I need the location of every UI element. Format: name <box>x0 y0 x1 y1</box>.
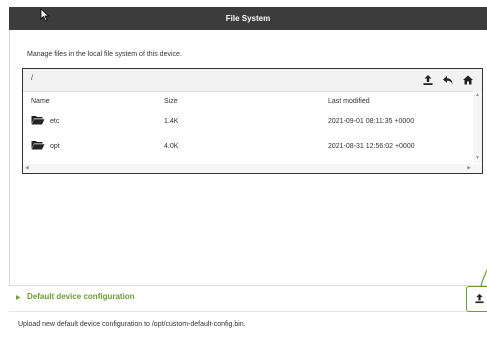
panel-description: Manage files in the local file system of… <box>27 51 182 58</box>
default-config-label: Default device configuration <box>27 292 135 301</box>
scroll-down-icon[interactable]: ▼ <box>475 156 480 161</box>
scroll-up-icon[interactable]: ▲ <box>475 93 480 98</box>
upload-icon[interactable] <box>422 74 434 86</box>
page-title: File System <box>225 14 271 23</box>
table-row[interactable]: opt 4.0K 2021-08-31 12:56:02 +0000 <box>23 135 473 159</box>
table-row[interactable]: etc 1.4K 2021-09-01 08:11:35 +0000 <box>23 110 473 134</box>
file-modified: 2021-09-01 08:11:35 +0000 <box>328 118 415 125</box>
file-size: 1.4K <box>164 118 179 125</box>
file-browser: / Name Size Last modified etc 1.4K 2021-… <box>22 68 483 174</box>
file-name: etc <box>50 118 60 125</box>
column-header-name[interactable]: Name <box>31 98 50 105</box>
file-modified: 2021-08-31 12:56:02 +0000 <box>328 143 415 150</box>
folder-open-icon <box>31 141 45 150</box>
file-size: 4.0K <box>164 143 179 150</box>
default-config-note: Upload new default device configuration … <box>18 321 246 328</box>
column-header-modified[interactable]: Last modified <box>328 98 370 105</box>
file-name: opt <box>50 143 60 150</box>
title-bar: File System <box>9 7 487 30</box>
connector-line <box>480 268 487 286</box>
horizontal-scrollbar[interactable]: ◀ ▶ <box>23 164 482 173</box>
folder-open-icon <box>31 116 45 125</box>
default-config-accordion[interactable]: ▶ Default device configuration <box>9 285 487 312</box>
expand-caret-icon: ▶ <box>16 295 21 301</box>
scroll-right-icon[interactable]: ▶ <box>467 166 471 171</box>
upload-config-button[interactable] <box>466 286 487 312</box>
upload-icon <box>475 293 484 304</box>
path-bar: / <box>23 69 482 92</box>
vertical-scrollbar[interactable]: ▲ ▼ <box>473 91 482 163</box>
back-arrow-icon[interactable] <box>442 74 454 86</box>
current-path: / <box>31 75 33 82</box>
column-header-size[interactable]: Size <box>164 98 178 105</box>
mouse-cursor-icon <box>40 8 50 22</box>
scroll-left-icon[interactable]: ◀ <box>25 166 29 171</box>
home-icon[interactable] <box>462 74 474 86</box>
